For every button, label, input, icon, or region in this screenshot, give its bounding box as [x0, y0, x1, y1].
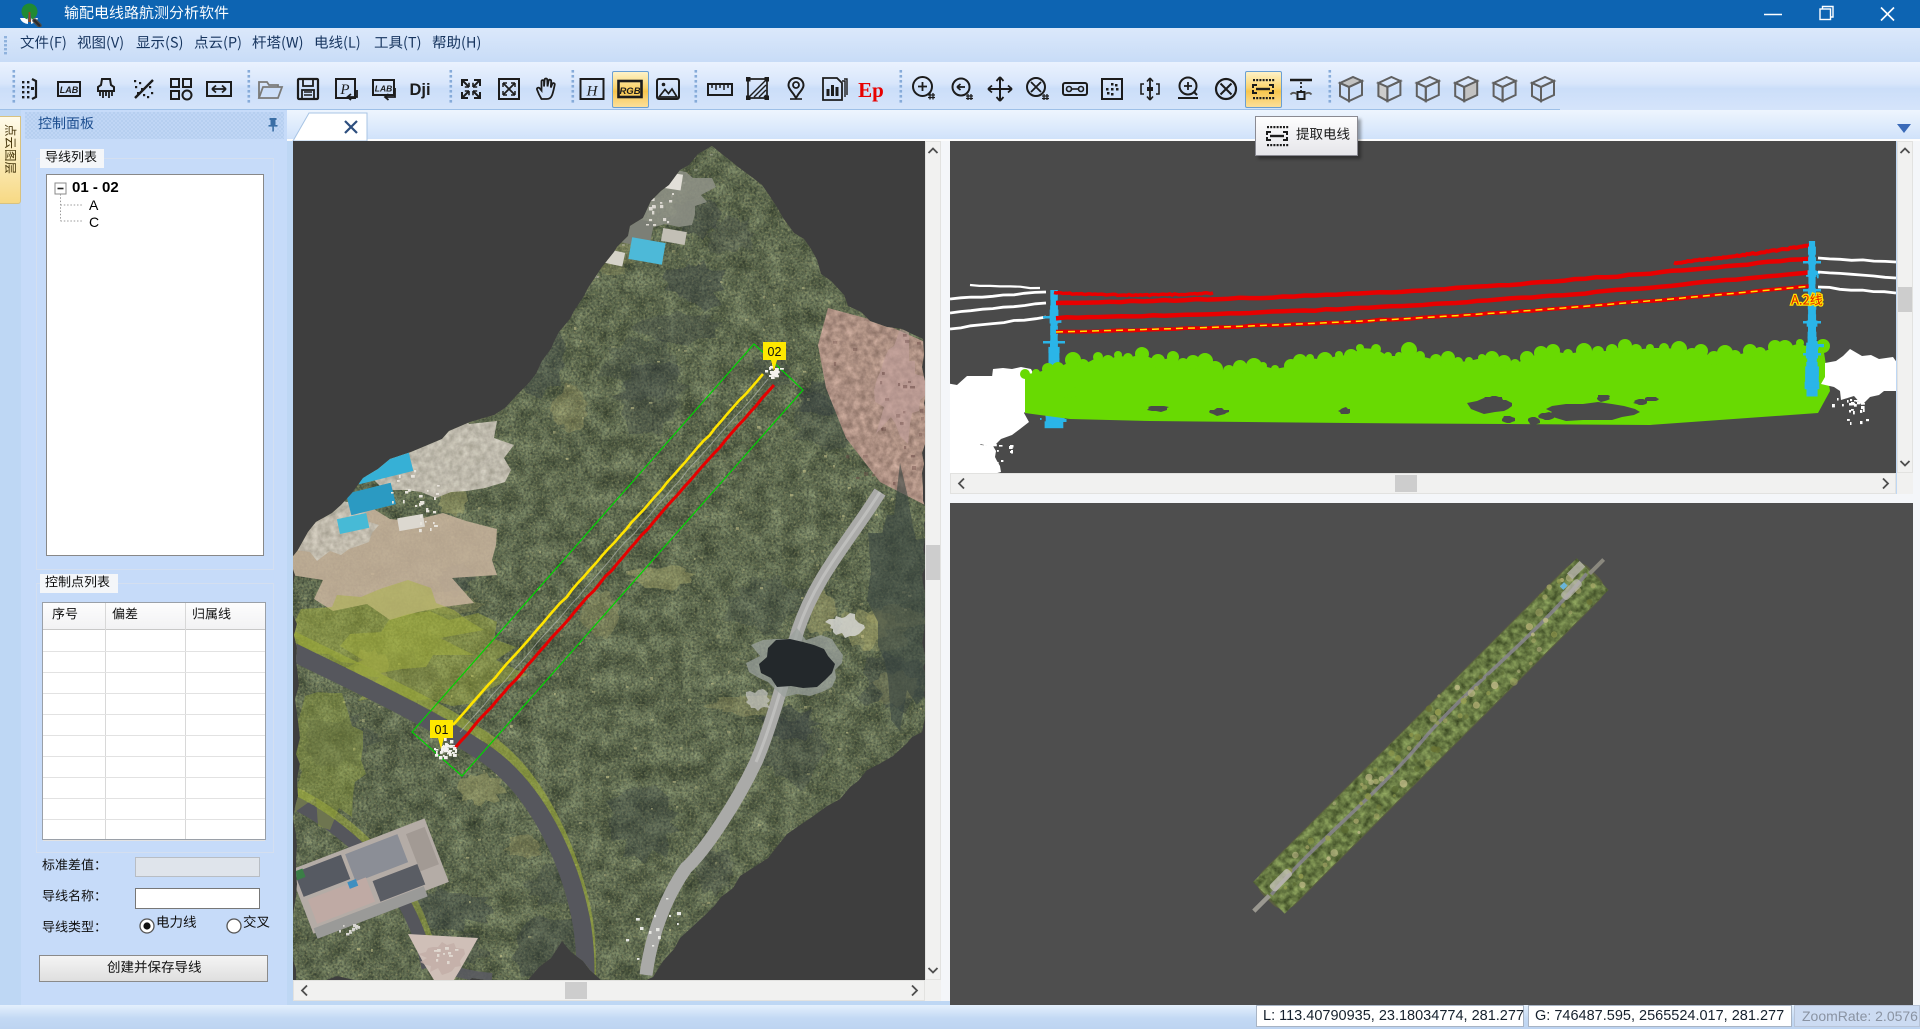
svg-text:Dji: Dji	[409, 81, 430, 99]
svg-text:01: 01	[435, 723, 449, 737]
svg-text:LAB: LAB	[60, 85, 79, 95]
svg-text:Ep: Ep	[858, 78, 884, 102]
svg-text:LAB: LAB	[375, 84, 392, 94]
svg-text:RGB: RGB	[619, 86, 640, 97]
svg-text:02: 02	[768, 345, 782, 359]
svg-text:H: H	[586, 84, 599, 100]
